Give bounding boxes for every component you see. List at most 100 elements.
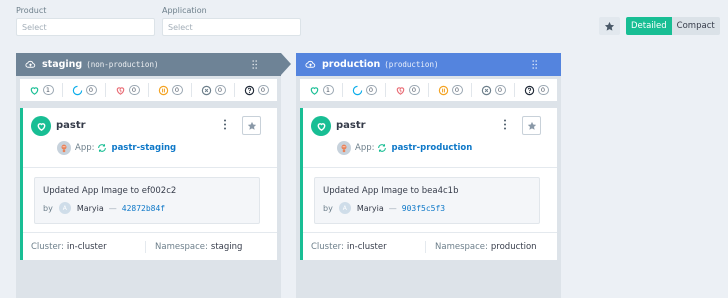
environment-body: 1 0 0 0 0 0 (16, 76, 281, 298)
cluster-label: Cluster: (31, 241, 64, 252)
status-missing[interactable]: 0 (192, 83, 235, 97)
environment-header-production[interactable]: production (production) (296, 53, 561, 76)
missing-icon (201, 85, 211, 95)
count-badge: 0 (494, 85, 506, 95)
cluster-label: Cluster: (311, 241, 344, 252)
sync-icon (378, 144, 387, 152)
detailed-view-button[interactable]: Detailed (626, 17, 672, 35)
view-toggle: Detailed Compact (626, 17, 720, 35)
status-suspended[interactable]: 0 (149, 83, 192, 97)
pause-icon (438, 85, 448, 95)
pin-button[interactable] (242, 116, 261, 135)
mascot-icon (61, 144, 67, 153)
commit-author-row: by A Maryia — 42872b84f (43, 202, 165, 214)
status-missing[interactable]: 0 (472, 83, 515, 97)
app-link-row: App: pastr-production (337, 141, 472, 155)
drag-handle-icon[interactable] (252, 60, 258, 69)
app-name: pastr (56, 120, 86, 131)
app-link[interactable]: pastr-production (391, 143, 472, 153)
broken-heart-icon (116, 86, 124, 95)
separator: — (108, 203, 117, 213)
heart-icon (317, 122, 325, 131)
status-unknown[interactable]: 0 (515, 83, 557, 97)
pin-button[interactable] (522, 116, 541, 135)
question-icon (524, 85, 534, 95)
application-card[interactable]: pastr App: pastr-production Updated App … (300, 108, 557, 260)
count-badge: 0 (171, 85, 183, 95)
product-select[interactable]: Select (16, 18, 155, 36)
namespace-label: Namespace: (435, 241, 488, 252)
compact-view-button[interactable]: Compact (671, 17, 720, 35)
missing-icon (481, 85, 491, 95)
app-avatar (57, 141, 71, 155)
namespace-label: Namespace: (155, 241, 208, 252)
namespace-info: Namespace: staging (146, 242, 242, 252)
namespace-value: staging (210, 241, 243, 252)
namespace-value: production (490, 241, 537, 252)
broken-heart-icon (396, 86, 404, 95)
by-label: by (43, 203, 53, 213)
count-badge: 0 (537, 85, 549, 95)
question-icon (244, 85, 254, 95)
cluster-value: in-cluster (66, 241, 107, 252)
favorites-filter-button[interactable] (599, 17, 620, 35)
status-unknown[interactable]: 0 (235, 83, 277, 97)
environment-column-production: production (production) 1 0 0 0 0 0 past… (296, 53, 561, 298)
count-badge: 0 (365, 85, 377, 95)
avatar: A (58, 202, 71, 214)
card-footer: Cluster: in-cluster Namespace: productio… (303, 232, 557, 260)
status-healthy[interactable]: 1 (300, 83, 343, 97)
mascot-icon (341, 144, 347, 153)
card-header: pastr App: pastr-production (303, 108, 557, 168)
author-name: Maryia (76, 203, 104, 213)
count-badge: 0 (408, 85, 420, 95)
count-badge: 0 (214, 85, 226, 95)
app-label: App: (355, 143, 375, 153)
application-select[interactable]: Select (162, 18, 301, 36)
commit-info: Updated App Image to bea4c1b by A Maryia… (314, 177, 540, 224)
progressing-icon (352, 85, 362, 95)
status-progressing[interactable]: 0 (63, 83, 106, 97)
pause-icon (158, 85, 168, 95)
count-badge: 0 (128, 85, 140, 95)
environment-column-staging: staging (non-production) 1 0 0 0 0 0 pas… (16, 53, 291, 298)
more-options-icon[interactable] (503, 119, 507, 130)
star-icon (527, 121, 536, 130)
environment-tag: (non-production) (86, 60, 159, 69)
cluster-value: in-cluster (346, 241, 387, 252)
drag-handle-icon[interactable] (532, 60, 538, 69)
app-link[interactable]: pastr-staging (111, 143, 176, 153)
status-degraded[interactable]: 0 (106, 83, 149, 97)
cloud-icon (305, 60, 316, 68)
environment-body: 1 0 0 0 0 0 (296, 76, 561, 298)
app-label: App: (75, 143, 95, 153)
count-badge: 0 (451, 85, 463, 95)
progressing-icon (72, 85, 82, 95)
commit-sha-link[interactable]: 42872b84f (122, 204, 165, 213)
commit-sha-link[interactable]: 903f5c5f3 (402, 204, 445, 213)
status-progressing[interactable]: 0 (343, 83, 386, 97)
health-status (311, 116, 331, 136)
commit-message: Updated App Image to bea4c1b (323, 186, 459, 196)
status-summary: 1 0 0 0 0 0 (20, 79, 277, 101)
count-badge: 0 (85, 85, 97, 95)
star-icon (247, 121, 256, 130)
heart-icon (310, 86, 318, 95)
environment-header-staging[interactable]: staging (non-production) (16, 53, 291, 76)
app-name: pastr (336, 120, 366, 131)
author-name: Maryia (356, 203, 384, 213)
status-suspended[interactable]: 0 (429, 83, 472, 97)
product-filter-label: Product (16, 6, 47, 15)
by-label: by (323, 203, 333, 213)
app-avatar (337, 141, 351, 155)
commit-message: Updated App Image to ef002c2 (43, 186, 177, 196)
count-badge: 1 (322, 85, 334, 95)
status-degraded[interactable]: 0 (386, 83, 429, 97)
application-card[interactable]: pastr App: pastr-staging Updated App Ima… (20, 108, 277, 260)
header-arrow (281, 53, 291, 75)
more-options-icon[interactable] (223, 119, 227, 130)
commit-author-row: by A Maryia — 903f5c5f3 (323, 202, 445, 214)
health-status (31, 116, 51, 136)
environment-tag: (production) (384, 60, 439, 69)
status-healthy[interactable]: 1 (20, 83, 63, 97)
